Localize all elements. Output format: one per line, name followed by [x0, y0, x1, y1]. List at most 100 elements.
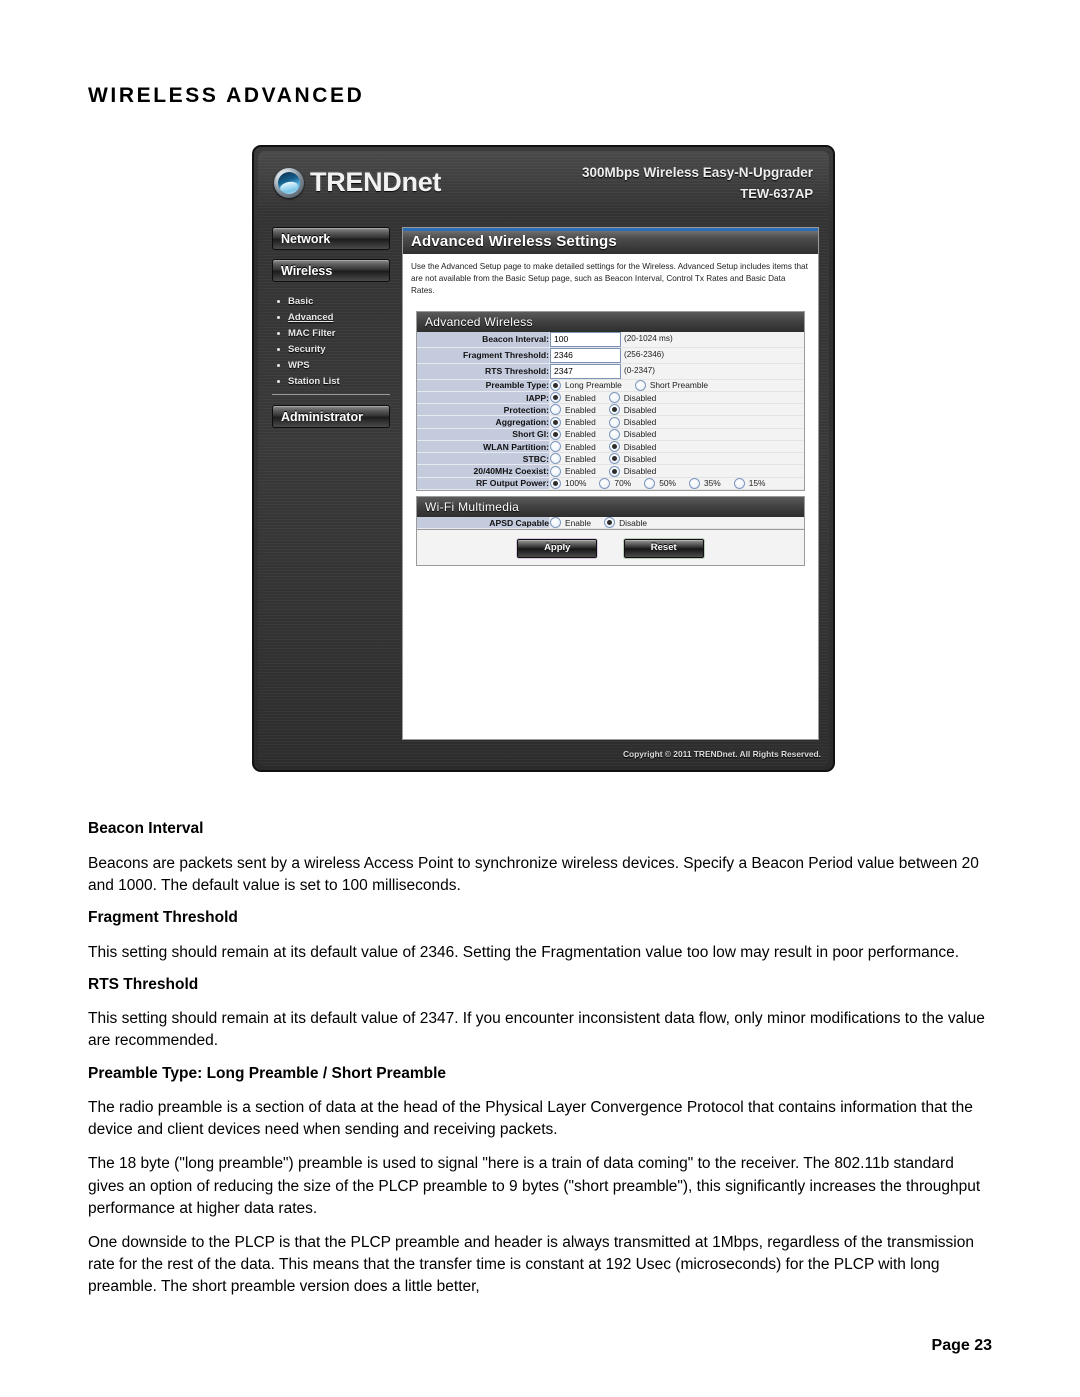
- radio-icon[interactable]: [550, 416, 561, 428]
- radio-icon[interactable]: [608, 465, 620, 477]
- aggregation-option-enabled[interactable]: Enabled: [550, 416, 596, 428]
- apsd-capable-option-disable[interactable]: Disable: [604, 517, 647, 529]
- radio-icon[interactable]: [634, 379, 646, 391]
- rf-output-power-option-15[interactable]: 15%: [733, 477, 765, 489]
- apsd-capable-radio-group: Enable Disable: [549, 516, 804, 530]
- sidebar-item-mac-filter[interactable]: MAC Filter: [274, 325, 390, 341]
- section-heading-fragment-threshold: Fragment Threshold: [88, 908, 238, 926]
- sidebar-item-security[interactable]: Security: [274, 341, 390, 357]
- 20-40mhz-coexist-option-enabled[interactable]: Enabled: [550, 465, 596, 477]
- fragment-threshold-input[interactable]: 2346: [550, 347, 621, 363]
- wifi-multimedia-panel: Wi-Fi Multimedia APSD Capable Enable Disab…: [416, 495, 805, 531]
- section-paragraph-fragment-threshold-0: This setting should remain at its defaul…: [88, 943, 960, 961]
- preamble-type-label: Preamble Type:: [417, 379, 550, 392]
- protection-option-disabled[interactable]: Disabled: [608, 404, 656, 416]
- sidebar-item-network[interactable]: Network: [272, 227, 390, 250]
- wlan-partition-option-enabled[interactable]: Enabled: [550, 441, 596, 453]
- radio-icon[interactable]: [550, 477, 561, 489]
- beacon-interval-input[interactable]: 100: [550, 331, 621, 347]
- protection-option-enabled[interactable]: Enabled: [550, 404, 596, 416]
- sidebar-item-administrator[interactable]: Administrator: [272, 405, 390, 428]
- sidebar-item-station-list[interactable]: Station List: [274, 373, 390, 389]
- sidebar-item-basic[interactable]: Basic: [274, 293, 390, 309]
- radio-icon[interactable]: [550, 453, 561, 465]
- radio-icon[interactable]: [550, 441, 561, 453]
- wifi-multimedia-panel-title: Wi-Fi Multimedia: [417, 496, 804, 517]
- section-heading-rts-threshold: RTS Threshold: [88, 975, 199, 993]
- rf-output-power-option-70[interactable]: 70%: [599, 477, 631, 489]
- aggregation-option-disabled[interactable]: Disabled: [608, 416, 657, 428]
- rts-threshold-label: RTS Threshold:: [417, 363, 550, 380]
- radio-icon[interactable]: [644, 477, 656, 489]
- sidebar-item-wps[interactable]: WPS: [274, 357, 390, 373]
- 20-40mhz-coexist-option-disabled[interactable]: Disabled: [608, 465, 657, 477]
- 20-40mhz-coexist-label: 20/40MHz Coexist:: [417, 464, 550, 478]
- stbc-option-enabled[interactable]: Enabled: [550, 453, 596, 465]
- short-gi-option-label: Disabled: [623, 429, 657, 440]
- apsd-capable-option-enable[interactable]: Enable: [550, 517, 591, 529]
- preamble-type-option-short-preamble[interactable]: Short Preamble: [634, 379, 708, 391]
- radio-icon[interactable]: [550, 392, 561, 404]
- wlan-partition-option-label: Enabled: [565, 441, 596, 452]
- short-gi-option-disabled[interactable]: Disabled: [608, 428, 657, 440]
- iapp-radio-group: Enabled Disabled: [549, 391, 804, 405]
- sidebar-wireless-submenu: Basic Advanced MAC Filter Security WPS S…: [272, 291, 390, 395]
- form-row-20-40mhz-coexist: 20/40MHz Coexist: Enabled Disabled: [417, 464, 804, 478]
- radio-icon[interactable]: [604, 517, 616, 529]
- wlan-partition-radio-group: Enabled Disabled: [549, 440, 804, 454]
- radio-icon[interactable]: [599, 477, 611, 489]
- short-gi-option-enabled[interactable]: Enabled: [550, 428, 596, 440]
- rf-output-power-option-100[interactable]: 100%: [550, 477, 586, 489]
- stbc-option-disabled[interactable]: Disabled: [608, 453, 656, 465]
- preamble-type-option-label: Long Preamble: [565, 380, 622, 391]
- wlan-partition-option-label: Disabled: [623, 441, 657, 452]
- content-title: Advanced Wireless Settings: [403, 228, 818, 254]
- wlan-partition-option-disabled[interactable]: Disabled: [608, 441, 657, 453]
- iapp-option-label: Disabled: [623, 392, 657, 403]
- form-row-rts-threshold: RTS Threshold: 2347 (0-2347): [417, 363, 804, 380]
- advanced-wireless-form: Beacon Interval: 100 (20-1024 ms) Fragment …: [417, 331, 804, 490]
- sidebar-item-advanced[interactable]: Advanced: [274, 309, 390, 325]
- radio-icon[interactable]: [733, 477, 745, 489]
- rts-threshold-hint: (0-2347): [624, 366, 655, 376]
- form-row-aggregation: Aggregation: Enabled Disabled: [417, 415, 804, 429]
- aggregation-option-label: Disabled: [623, 417, 657, 428]
- radio-icon[interactable]: [608, 392, 620, 404]
- rts-threshold-input[interactable]: 2347: [550, 363, 621, 379]
- radio-icon[interactable]: [608, 428, 620, 440]
- radio-icon[interactable]: [608, 441, 620, 453]
- radio-icon[interactable]: [550, 404, 561, 416]
- iapp-option-disabled[interactable]: Disabled: [608, 392, 657, 404]
- preamble-type-option-long-preamble[interactable]: Long Preamble: [550, 379, 622, 391]
- preamble-type-option-label: Short Preamble: [649, 380, 708, 391]
- device-model-code: TEW-637AP: [740, 186, 813, 201]
- radio-icon[interactable]: [688, 477, 700, 489]
- sidebar-item-security-label: Security: [288, 343, 326, 355]
- radio-icon[interactable]: [608, 453, 620, 465]
- content-intro-text: Use the Advanced Setup page to make deta…: [411, 262, 808, 295]
- sidebar-item-station-list-label: Station List: [288, 375, 340, 387]
- brand-logo-text: TRENDnet: [310, 167, 442, 197]
- iapp-option-enabled[interactable]: Enabled: [550, 392, 596, 404]
- wlan-partition-label: WLAN Partition:: [417, 440, 550, 454]
- section-paragraph-preamble-type-long-preamble-short-preamble-2: One downside to the PLCP is that the PLC…: [88, 1233, 974, 1296]
- router-ui-frame: TRENDnet 300Mbps Wireless Easy-N-Upgrade…: [258, 151, 829, 766]
- radio-icon[interactable]: [550, 465, 561, 477]
- radio-icon[interactable]: [608, 404, 620, 416]
- 20-40mhz-coexist-option-label: Disabled: [623, 466, 657, 477]
- apply-button[interactable]: Apply: [517, 539, 598, 559]
- sidebar-item-basic-label: Basic: [288, 295, 314, 307]
- rf-output-power-option-35[interactable]: 35%: [688, 477, 721, 489]
- radio-icon[interactable]: [550, 379, 561, 391]
- beacon-interval-hint: (20-1024 ms): [624, 334, 673, 344]
- aggregation-option-label: Enabled: [565, 417, 596, 428]
- rf-output-power-option-50[interactable]: 50%: [644, 477, 676, 489]
- radio-icon[interactable]: [550, 517, 561, 529]
- trendnet-globe-icon: [274, 167, 304, 198]
- reset-button[interactable]: Reset: [623, 539, 704, 559]
- radio-icon[interactable]: [550, 428, 561, 440]
- sidebar-item-wireless[interactable]: Wireless: [272, 259, 390, 282]
- brand-logo: TRENDnet: [274, 167, 441, 198]
- radio-icon[interactable]: [608, 416, 620, 428]
- protection-radio-group: Enabled Disabled: [549, 403, 804, 417]
